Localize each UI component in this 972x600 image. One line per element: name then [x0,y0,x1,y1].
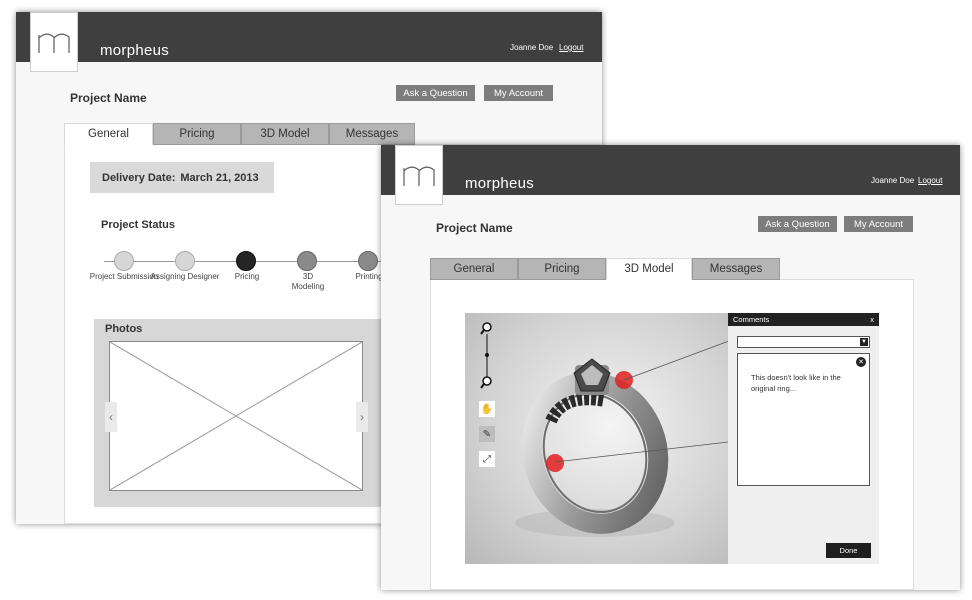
tab-messages[interactable]: Messages [329,123,415,145]
comment-textbox[interactable]: ✕ This doesn't look like in the original… [737,353,870,486]
fullscreen-icon: ⤢ [483,453,491,465]
status-step-dot[interactable] [358,251,378,271]
logo-m-icon [38,33,70,53]
photos-section: Photos ‹ › [94,319,394,507]
delivery-label: Delivery Date: [102,171,176,184]
pencil-tool-button[interactable]: ✎ [479,426,495,442]
status-step-label: Assigning Designer [150,272,220,281]
page-title: Project Name [436,221,513,235]
close-comments-button[interactable]: x [870,315,874,324]
done-button[interactable]: Done [826,543,871,558]
tab-general[interactable]: General [430,258,518,280]
brand-name: morpheus [465,175,535,192]
app-header: morpheus Joanne Doe Logout [381,145,960,195]
chevron-down-icon: ▼ [860,338,868,346]
hand-icon: ✋ [480,403,494,415]
close-icon[interactable]: ✕ [856,357,866,367]
status-step-label: 3D Modeling [291,272,325,291]
user-name: Joanne Doe [510,43,554,52]
comment-text: This doesn't look like in the original r… [751,373,841,393]
next-photo-button[interactable]: › [356,402,368,432]
model-viewer[interactable]: ✋ ✎ ⤢ [465,313,728,564]
tab-messages[interactable]: Messages [692,258,780,280]
zoom-slider[interactable] [479,321,495,391]
brand-name: morpheus [100,42,170,59]
app-window-3d-model: morpheus Joanne Doe Logout Project Name … [381,145,960,590]
my-account-button[interactable]: My Account [484,85,553,101]
comment-select[interactable]: ▼ [737,336,870,348]
logo-m-icon [403,166,435,186]
delivery-date: Delivery Date: March 21, 2013 [90,162,274,193]
comments-panel: Comments x ▼ ✕ This doesn't look like in… [728,313,879,564]
image-placeholder-icon [110,342,362,490]
page-title: Project Name [70,91,147,105]
ask-question-button[interactable]: Ask a Question [396,85,475,101]
tab-pricing[interactable]: Pricing [518,258,606,280]
prev-photo-button[interactable]: ‹ [105,402,117,432]
comments-header: Comments x [728,313,879,326]
user-name: Joanne Doe [871,176,915,185]
tab-3d-model[interactable]: 3D Model [606,258,692,280]
status-step-dot[interactable] [236,251,256,271]
chevron-left-icon: ‹ [109,410,113,424]
status-step-dot[interactable] [175,251,195,271]
status-step-label: Project Submission [89,272,159,281]
delivery-value: March 21, 2013 [180,171,259,184]
hand-tool-button[interactable]: ✋ [479,401,495,417]
logout-link[interactable]: Logout [918,176,942,185]
ring-model-icon [515,358,675,537]
photo-placeholder[interactable] [109,341,363,491]
photos-title: Photos [105,323,143,335]
status-step-label: Pricing [234,272,260,281]
comments-title: Comments [733,315,770,324]
pencil-icon: ✎ [482,428,492,440]
fullscreen-button[interactable]: ⤢ [479,451,495,467]
status-step-dot[interactable] [297,251,317,271]
project-status-title: Project Status [101,219,175,231]
brand-logo[interactable] [30,12,78,72]
brand-logo[interactable] [395,145,443,205]
tab-3d-model[interactable]: 3D Model [241,123,329,145]
tab-pricing[interactable]: Pricing [153,123,241,145]
logout-link[interactable]: Logout [559,43,583,52]
ask-question-button[interactable]: Ask a Question [758,216,837,232]
my-account-button[interactable]: My Account [844,216,913,232]
tab-general[interactable]: General [64,123,153,145]
comment-marker[interactable] [615,371,633,389]
status-step-dot[interactable] [114,251,134,271]
app-header: morpheus Joanne Doe Logout [16,12,602,62]
comment-marker[interactable] [546,454,564,472]
chevron-right-icon: › [360,410,364,424]
